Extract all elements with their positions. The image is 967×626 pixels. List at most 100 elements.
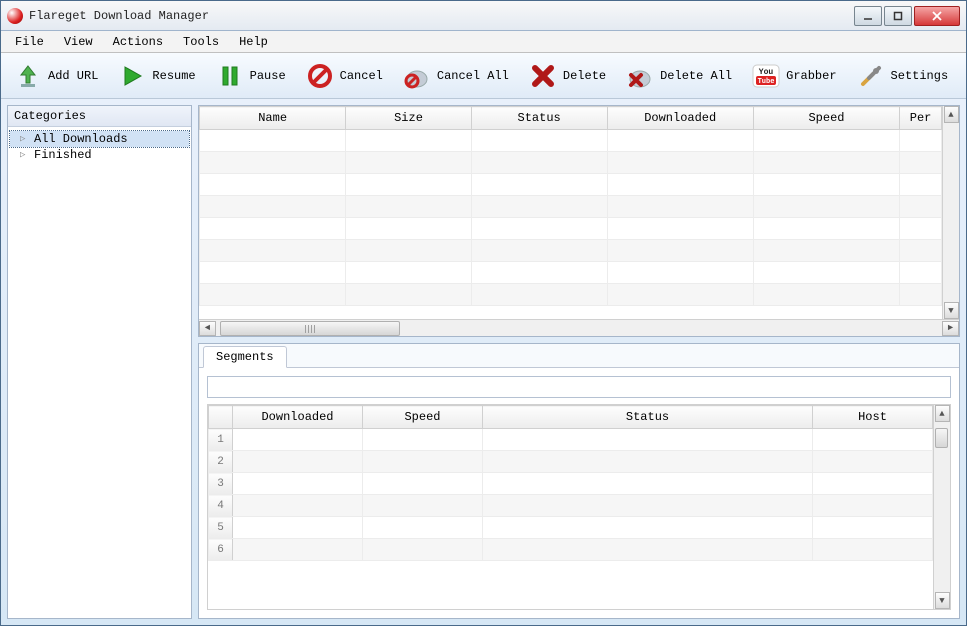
segments-header-row[interactable]: Downloaded Speed Status Host	[209, 406, 933, 429]
category-all-downloads[interactable]: ▷ All Downloads	[10, 131, 189, 147]
cell-percent	[900, 152, 942, 174]
segments-panel: Segments Downloaded Speed	[198, 343, 960, 619]
table-row[interactable]: 5	[209, 517, 933, 539]
col-seg-host[interactable]: Host	[813, 406, 933, 429]
menu-view[interactable]: View	[54, 33, 103, 51]
add-url-label: Add URL	[48, 69, 98, 83]
grabber-button[interactable]: YouTube Grabber	[743, 57, 845, 95]
cell-rownum: 6	[209, 539, 233, 561]
add-url-button[interactable]: Add URL	[5, 57, 107, 95]
col-seg-status[interactable]: Status	[483, 406, 813, 429]
table-row[interactable]	[200, 262, 942, 284]
cell-downloaded	[607, 174, 753, 196]
scroll-up-icon[interactable]: ▲	[935, 405, 950, 422]
cell-downloaded	[233, 429, 363, 451]
resume-button[interactable]: Resume	[109, 57, 204, 95]
cell-percent	[900, 262, 942, 284]
minimize-icon	[863, 11, 873, 21]
segments-vscroll[interactable]: ▲ ▼	[933, 405, 950, 609]
expand-icon[interactable]: ▷	[20, 134, 30, 144]
cell-size	[346, 218, 471, 240]
cell-speed	[753, 240, 899, 262]
settings-button[interactable]: Settings	[848, 57, 958, 95]
col-speed[interactable]: Speed	[753, 107, 899, 130]
col-percent[interactable]: Per	[900, 107, 942, 130]
cell-downloaded	[607, 130, 753, 152]
categories-sidebar: Categories ▷ All Downloads ▷ Finished	[7, 105, 192, 619]
menu-actions[interactable]: Actions	[103, 33, 173, 51]
cell-status	[483, 539, 813, 561]
scroll-down-icon[interactable]: ▼	[935, 592, 950, 609]
cell-speed	[363, 473, 483, 495]
cell-size	[346, 174, 471, 196]
menubar: File View Actions Tools Help	[1, 31, 966, 53]
segments-tab[interactable]: Segments	[203, 346, 287, 368]
scroll-up-icon[interactable]: ▲	[944, 106, 959, 123]
resume-icon	[118, 62, 146, 90]
delete-all-button[interactable]: Delete All	[617, 57, 741, 95]
table-row[interactable]	[200, 174, 942, 196]
cell-rownum: 1	[209, 429, 233, 451]
maximize-button[interactable]	[884, 6, 912, 26]
scroll-down-icon[interactable]: ▼	[944, 302, 959, 319]
table-row[interactable]: 2	[209, 451, 933, 473]
cell-status	[483, 517, 813, 539]
col-seg-downloaded[interactable]: Downloaded	[233, 406, 363, 429]
table-row[interactable]: 4	[209, 495, 933, 517]
cell-speed	[753, 152, 899, 174]
expand-icon[interactable]: ▷	[20, 150, 30, 160]
minimize-button[interactable]	[854, 6, 882, 26]
category-finished[interactable]: ▷ Finished	[10, 147, 189, 163]
cell-host	[813, 451, 933, 473]
youtube-icon: YouTube	[752, 62, 780, 90]
cell-speed	[753, 130, 899, 152]
categories-header: Categories	[8, 106, 191, 127]
cell-size	[346, 284, 471, 306]
cell-speed	[363, 539, 483, 561]
delete-all-icon	[626, 62, 654, 90]
table-row[interactable]	[200, 240, 942, 262]
titlebar[interactable]: Flareget Download Manager	[1, 1, 966, 31]
cell-size	[346, 262, 471, 284]
table-row[interactable]	[200, 196, 942, 218]
col-size[interactable]: Size	[346, 107, 471, 130]
cell-status	[471, 218, 607, 240]
cell-percent	[900, 130, 942, 152]
cancel-all-button[interactable]: Cancel All	[394, 57, 518, 95]
segments-progress	[207, 376, 951, 398]
menu-tools[interactable]: Tools	[173, 33, 229, 51]
hscroll-thumb[interactable]	[220, 321, 400, 336]
scroll-left-icon[interactable]: ◄	[199, 321, 216, 336]
table-row[interactable]: 1	[209, 429, 933, 451]
pause-button[interactable]: Pause	[207, 57, 295, 95]
col-seg-speed[interactable]: Speed	[363, 406, 483, 429]
cancel-label: Cancel	[340, 69, 383, 83]
cell-size	[346, 152, 471, 174]
downloads-vscroll[interactable]: ▲ ▼	[942, 106, 959, 319]
table-row[interactable]	[200, 130, 942, 152]
cell-rownum: 4	[209, 495, 233, 517]
cell-host	[813, 495, 933, 517]
app-icon	[7, 8, 23, 24]
downloads-hscroll[interactable]: ◄ ►	[199, 319, 959, 336]
close-button[interactable]	[914, 6, 960, 26]
menu-help[interactable]: Help	[229, 33, 278, 51]
col-rownum[interactable]	[209, 406, 233, 429]
vscroll-thumb[interactable]	[935, 428, 948, 448]
table-row[interactable]	[200, 284, 942, 306]
table-row[interactable]	[200, 152, 942, 174]
cell-downloaded	[607, 240, 753, 262]
col-status[interactable]: Status	[471, 107, 607, 130]
scroll-right-icon[interactable]: ►	[942, 321, 959, 336]
col-downloaded[interactable]: Downloaded	[607, 107, 753, 130]
menu-file[interactable]: File	[5, 33, 54, 51]
col-name[interactable]: Name	[200, 107, 346, 130]
table-row[interactable]	[200, 218, 942, 240]
cell-speed	[363, 451, 483, 473]
table-row[interactable]: 6	[209, 539, 933, 561]
cancel-button[interactable]: Cancel	[297, 57, 392, 95]
delete-all-label: Delete All	[660, 69, 732, 83]
downloads-header-row[interactable]: Name Size Status Downloaded Speed Per	[200, 107, 942, 130]
delete-button[interactable]: Delete	[520, 57, 615, 95]
table-row[interactable]: 3	[209, 473, 933, 495]
